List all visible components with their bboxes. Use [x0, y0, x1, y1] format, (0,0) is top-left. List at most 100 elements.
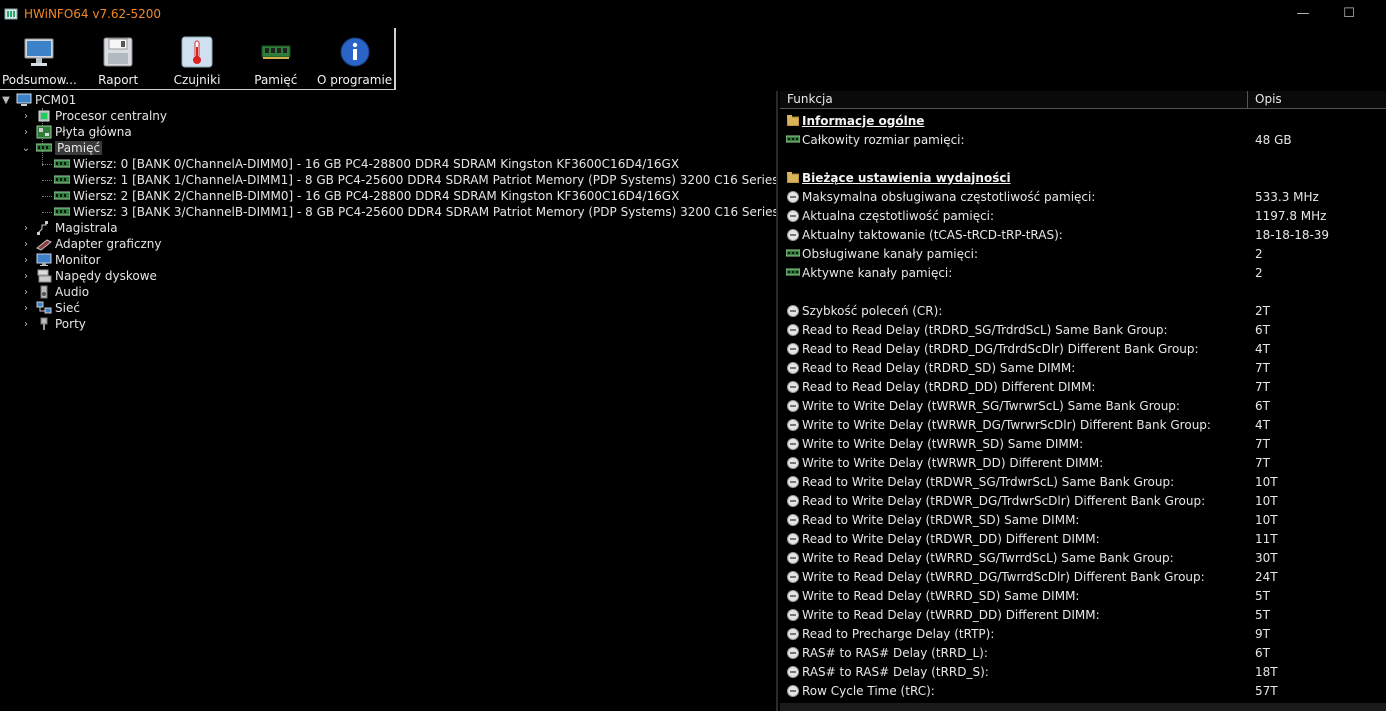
detail-row[interactable]: Obsługiwane kanały pamięci: 2 — [780, 244, 1386, 263]
about-button[interactable]: O programie — [315, 28, 394, 90]
chevron-right-icon[interactable]: › — [20, 220, 32, 236]
circle-icon — [786, 209, 800, 223]
tree-item-gpu[interactable]: › Adapter graficzny — [20, 236, 162, 252]
detail-row-value: 57T — [1255, 683, 1278, 698]
detail-row-name: Write to Write Delay (tWRWR_DG/TwrwrScDl… — [802, 417, 1211, 432]
detail-row[interactable]: Read to Precharge Delay (tRTP): 9T — [780, 624, 1386, 643]
floppy-icon — [101, 35, 135, 69]
tree-item-disks[interactable]: › Napędy dyskowe — [20, 268, 157, 284]
thermometer-icon — [180, 35, 214, 69]
detail-row-name: Read to Read Delay (tRDRD_DG/TrdrdScDlr)… — [802, 341, 1199, 356]
monitor-icon — [22, 35, 56, 69]
chevron-right-icon[interactable]: › — [20, 268, 32, 284]
circle-icon — [786, 380, 800, 394]
ram-icon — [786, 133, 800, 147]
tree-connector — [42, 180, 52, 181]
detail-row[interactable]: RAS# to RAS# Delay (tRRD_L): 6T — [780, 643, 1386, 662]
column-header-function[interactable]: Funkcja — [780, 91, 1248, 109]
title-bar: HWiNFO64 v7.62-5200 — ☐ — [0, 0, 1386, 27]
detail-row-value: 6T — [1255, 322, 1270, 337]
tree-item-monitor[interactable]: › Monitor — [20, 252, 101, 268]
gpu-icon — [36, 237, 52, 251]
detail-row[interactable]: Read to Write Delay (tRDWR_SD) Same DIMM… — [780, 510, 1386, 529]
detail-row[interactable]: Write to Write Delay (tWRWR_DG/TwrwrScDl… — [780, 415, 1386, 434]
detail-row[interactable]: Write to Write Delay (tWRWR_SG/TwrwrScL)… — [780, 396, 1386, 415]
detail-row-value: 10T — [1255, 493, 1278, 508]
tree-item-dimm-2[interactable]: Wiersz: 2 [BANK 2/ChannelB-DIMM0] - 16 G… — [54, 188, 679, 204]
chevron-right-icon[interactable]: › — [20, 284, 32, 300]
detail-row[interactable]: Read to Read Delay (tRDRD_DD) Different … — [780, 377, 1386, 396]
circle-icon — [786, 627, 800, 641]
tree-item-label: Magistrala — [55, 221, 118, 235]
tree-item-motherboard[interactable]: › Płyta główna — [20, 124, 132, 140]
detail-row[interactable]: Write to Read Delay (tWRRD_SD) Same DIMM… — [780, 586, 1386, 605]
tree-item-ports[interactable]: › Porty — [20, 316, 86, 332]
detail-row[interactable]: Szybkość poleceń (CR): 2T — [780, 301, 1386, 320]
detail-row[interactable]: Write to Read Delay (tWRRD_DD) Different… — [780, 605, 1386, 624]
tree-item-cpu[interactable]: › Procesor centralny — [20, 108, 167, 124]
chevron-right-icon[interactable]: › — [20, 124, 32, 140]
detail-row[interactable]: Read to Read Delay (tRDRD_SD) Same DIMM:… — [780, 358, 1386, 377]
memory-button[interactable]: Pamięć — [236, 28, 315, 90]
chevron-down-icon[interactable]: ⌄ — [20, 140, 32, 156]
tree-root-row[interactable]: ▼ PCM01 — [0, 92, 76, 108]
detail-row[interactable]: Read to Read Delay (tRDRD_SG/TrdrdScL) S… — [780, 320, 1386, 339]
detail-row-value: 24T — [1255, 569, 1278, 584]
detail-row[interactable]: Maksymalna obsługiwana częstotliwość pam… — [780, 187, 1386, 206]
circle-icon — [786, 190, 800, 204]
sensors-button[interactable]: Czujniki — [158, 28, 237, 90]
detail-row[interactable]: Write to Write Delay (tWRWR_DD) Differen… — [780, 453, 1386, 472]
detail-row-name: Write to Read Delay (tWRRD_SG/TwrrdScL) … — [802, 550, 1174, 565]
detail-row[interactable]: Read to Write Delay (tRDWR_DD) Different… — [780, 529, 1386, 548]
report-button[interactable]: Raport — [79, 28, 158, 90]
column-header-description[interactable]: Opis — [1248, 91, 1386, 109]
chevron-right-icon[interactable]: › — [20, 316, 32, 332]
detail-row[interactable]: Aktualna częstotliwość pamięci: 1197.8 MH… — [780, 206, 1386, 225]
detail-row-name: RAS# to RAS# Delay (tRRD_S): — [802, 664, 989, 679]
tree-item-dimm-1[interactable]: Wiersz: 1 [BANK 1/ChannelA-DIMM1] - 8 GB… — [54, 172, 779, 188]
section-header-row[interactable]: Informacje ogólne — [780, 111, 1386, 130]
detail-row[interactable]: Read to Write Delay (tRDWR_SG/TrdwrScL) … — [780, 472, 1386, 491]
tree-item-label: Adapter graficzny — [55, 237, 162, 251]
tree-item-label: Sieć — [55, 301, 80, 315]
chevron-right-icon[interactable]: › — [20, 252, 32, 268]
tree-item-memory[interactable]: ⌄ Pamięć — [20, 140, 103, 156]
detail-row[interactable]: Read to Read Delay (tRDRD_DG/TrdrdScDlr)… — [780, 339, 1386, 358]
tree-item-dimm-0[interactable]: Wiersz: 0 [BANK 0/ChannelA-DIMM0] - 16 G… — [54, 156, 679, 172]
chevron-right-icon[interactable]: › — [20, 300, 32, 316]
detail-row-name: RAS# to RAS# Delay (tRRD_L): — [802, 645, 988, 660]
detail-row[interactable]: Write to Write Delay (tWRWR_SD) Same DIM… — [780, 434, 1386, 453]
detail-row[interactable]: RAS# to RAS# Delay (tRRD_S): 18T — [780, 662, 1386, 681]
circle-icon — [786, 665, 800, 679]
detail-row[interactable]: Całkowity rozmiar pamięci: 48 GB — [780, 130, 1386, 149]
tree-item-dimm-3[interactable]: Wiersz: 3 [BANK 3/ChannelB-DIMM1] - 8 GB… — [54, 204, 779, 220]
tree-item-network[interactable]: › Sieć — [20, 300, 80, 316]
minimize-button[interactable]: — — [1280, 0, 1326, 27]
tree-item-label: Procesor centralny — [55, 109, 167, 123]
summary-button[interactable]: Podsumow... — [0, 28, 79, 90]
folder-icon — [786, 171, 800, 185]
detail-row-value: 4T — [1255, 341, 1270, 356]
tree-item-audio[interactable]: › Audio — [20, 284, 89, 300]
detail-row[interactable]: Aktualny taktowanie (tCAS-tRCD-tRP-tRAS)… — [780, 225, 1386, 244]
ram-icon — [54, 189, 70, 203]
detail-row[interactable]: Read to Write Delay (tRDWR_DG/TrdwrScDlr… — [780, 491, 1386, 510]
detail-row[interactable]: Row Cycle Time (tRC): 57T — [780, 681, 1386, 700]
maximize-button[interactable]: ☐ — [1326, 0, 1372, 27]
toolbar: Podsumow... Raport Czujniki Pamięć O pro… — [0, 28, 396, 90]
detail-row[interactable]: Aktywne kanały pamięci: 2 — [780, 263, 1386, 282]
horizontal-scrollbar[interactable] — [780, 703, 1386, 711]
detail-row[interactable]: Write to Read Delay (tWRRD_DG/TwrrdScDlr… — [780, 567, 1386, 586]
ram-icon — [36, 141, 52, 155]
section-header-row[interactable]: Bieżące ustawienia wydajności — [780, 168, 1386, 187]
panel-splitter[interactable] — [776, 91, 778, 711]
port-icon — [36, 317, 52, 331]
detail-row-name: Read to Write Delay (tRDWR_DG/TrdwrScDlr… — [802, 493, 1206, 508]
motherboard-icon — [36, 125, 52, 139]
chevron-right-icon[interactable]: › — [20, 108, 32, 124]
detail-row[interactable]: Write to Read Delay (tWRRD_SG/TwrrdScL) … — [780, 548, 1386, 567]
chevron-right-icon[interactable]: › — [20, 236, 32, 252]
tree-item-bus[interactable]: › Magistrala — [20, 220, 118, 236]
detail-row-value: 11T — [1255, 531, 1278, 546]
chevron-down-icon[interactable]: ▼ — [0, 92, 12, 108]
